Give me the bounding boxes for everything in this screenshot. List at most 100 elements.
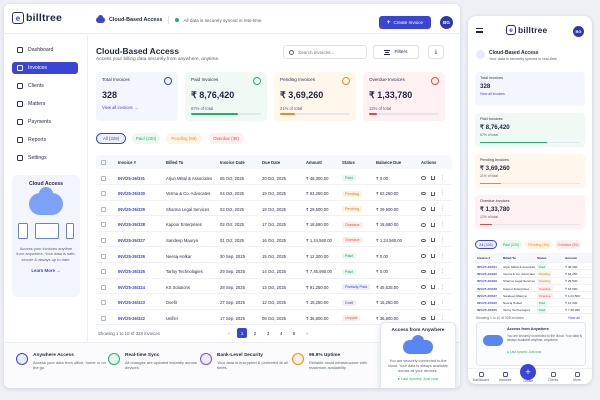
mobile-table-row[interactable]: INV/25-26/328 Kapoor Enterprises Overdue ₹ … [475, 285, 592, 293]
download-icon[interactable] [431, 191, 435, 196]
more-icon[interactable]: ⋮ [440, 284, 445, 290]
view-all-link[interactable]: View all invoices → [102, 105, 172, 110]
download-icon[interactable] [431, 269, 435, 274]
invoice-number[interactable]: INV/25-26/331 [477, 263, 497, 270]
row-checkbox[interactable] [101, 171, 106, 185]
row-checkbox[interactable] [101, 202, 106, 216]
row-checkbox[interactable] [101, 187, 106, 201]
stat-card[interactable]: Total Invoices 328 View all invoices → [96, 72, 178, 121]
sidebar-item-matters[interactable]: Matters [12, 98, 78, 110]
download-button[interactable]: ⤓ [428, 45, 444, 59]
invoice-number[interactable]: INV/25-26/330 [118, 187, 145, 201]
view-icon[interactable] [421, 223, 426, 227]
table-row[interactable]: INV/25-26/324 KS Solutions 28 Sep, 2025 13 … [96, 280, 452, 295]
mobile-stat-card[interactable]: Total Invoices 328 View all invoices [475, 72, 585, 106]
download-icon[interactable] [431, 285, 435, 290]
view-icon[interactable] [421, 191, 426, 196]
view-icon[interactable] [421, 316, 426, 321]
mobile-table-row[interactable]: INV/25-26/325 Tarloy Technologies Paid ₹ 7,… [475, 307, 592, 315]
more-icon[interactable]: ⋮ [440, 253, 445, 259]
row-checkbox[interactable] [101, 296, 106, 310]
search-input[interactable] [298, 49, 364, 55]
row-checkbox[interactable] [101, 311, 106, 325]
page-button[interactable]: 2 [250, 328, 260, 338]
tab-overdue[interactable]: Overdue (39) [208, 133, 244, 144]
more-icon[interactable]: ⋮ [440, 315, 445, 321]
search-box[interactable] [283, 45, 367, 59]
more-icon[interactable]: ⋮ [440, 269, 445, 274]
invoice-number[interactable]: INV/25-26/327 [118, 233, 145, 247]
download-icon[interactable] [431, 176, 435, 180]
row-checkbox[interactable] [101, 249, 106, 263]
more-icon[interactable]: ⋮ [440, 175, 445, 181]
invoice-number[interactable]: INV/25-26/328 [477, 285, 497, 292]
mobile-table-row[interactable]: INV/25-26/329 Sharma Legal Services Pendin… [475, 278, 592, 285]
table-row[interactable]: INV/25-26/326 Neeraj Holkar 30 Sep, 2025 15… [96, 249, 452, 263]
download-icon[interactable] [431, 300, 435, 305]
mobile-nav-clients[interactable]: Clients [542, 372, 564, 382]
more-icon[interactable]: ⋮ [440, 206, 445, 212]
mobile-tab-all[interactable]: All (328) [475, 240, 497, 249]
view-icon[interactable] [421, 254, 426, 258]
header-checkbox[interactable] [101, 155, 106, 169]
mobile-tab-paid[interactable]: Paid (220) [500, 240, 522, 249]
invoice-number[interactable]: INV/25-26/329 [118, 202, 145, 216]
tab-paid[interactable]: Paid (220) [132, 133, 160, 144]
invoice-number[interactable]: INV/25-26/329 [477, 278, 497, 285]
invoice-number[interactable]: INV/25-26/331 [118, 171, 145, 185]
prev-page-button[interactable]: ‹ [224, 328, 234, 338]
learn-more-link[interactable]: Learn More → [16, 268, 76, 273]
sidebar-item-settings[interactable]: Settings [12, 152, 78, 164]
mobile-table-row[interactable]: INV/25-26/331 Arjun Mittal & Associates Pa… [475, 263, 592, 271]
filters-button[interactable]: Filters [373, 45, 419, 59]
mobile-brand-logo[interactable]: e billtree [506, 25, 547, 35]
download-icon[interactable] [431, 316, 435, 321]
mobile-nav-create[interactable]: Create [517, 379, 539, 383]
table-row[interactable]: INV/25-26/328 Kapoor Enterprises 02 Oct, 2… [96, 218, 452, 232]
view-icon[interactable] [421, 301, 426, 305]
table-row[interactable]: INV/25-26/331 Arjun Mittal & Associates 05… [96, 171, 452, 185]
mobile-table-row[interactable]: INV/25-26/326 Neeraj Holkar Paid ₹ 12,300 [475, 300, 592, 307]
table-row[interactable]: INV/25-26/330 Verma & Co. Advocates 04 Oct… [96, 187, 452, 201]
download-icon[interactable] [431, 207, 435, 212]
menu-icon[interactable] [476, 28, 483, 33]
tab-all[interactable]: All (328) [96, 133, 126, 144]
mobile-table-row[interactable]: INV/25-26/330 Verma & Co. Advocates Pendin… [475, 270, 592, 278]
mobile-tab-pending[interactable]: Pending (69) [525, 240, 552, 249]
mobile-create-button[interactable]: + [520, 364, 536, 380]
view-icon[interactable] [421, 269, 426, 274]
more-icon[interactable]: ⋮ [440, 191, 445, 196]
view-all-link[interactable]: View all invoices [480, 92, 580, 96]
page-button[interactable]: 1 [237, 328, 247, 338]
mobile-table-row[interactable]: INV/25-26/327 Sandeep Maurya Overdue ₹ 1,24… [475, 292, 592, 300]
mobile-avatar[interactable]: BG [573, 26, 584, 37]
brand-logo[interactable]: e billtree [12, 12, 62, 24]
row-checkbox[interactable] [101, 233, 106, 247]
page-button[interactable]: 3 [263, 328, 273, 338]
view-icon[interactable] [421, 176, 426, 180]
table-row[interactable]: INV/25-26/327 Sandeep Maurya 01 Oct, 2025 1… [96, 233, 452, 248]
download-icon[interactable] [431, 254, 435, 258]
invoice-number[interactable]: INV/25-26/326 [477, 300, 497, 307]
create-invoice-button[interactable]: + Create Invoice [379, 16, 431, 29]
invoice-number[interactable]: INV/25-26/325 [477, 307, 497, 314]
sidebar-item-reports[interactable]: Reports [12, 134, 78, 146]
row-checkbox[interactable] [101, 265, 106, 279]
row-checkbox[interactable] [101, 280, 106, 294]
more-icon[interactable]: ⋮ [440, 300, 445, 305]
invoice-number[interactable]: INV/25-26/328 [118, 218, 145, 232]
mobile-nav-invoices[interactable]: Invoices [494, 372, 516, 382]
view-icon[interactable] [421, 207, 426, 211]
page-button[interactable]: 5 [289, 328, 299, 338]
more-icon[interactable]: ⋮ [440, 237, 445, 243]
table-row[interactable]: INV/25-26/325 Tarloy Technologies 29 Sep, … [96, 265, 452, 279]
download-icon[interactable] [431, 238, 435, 243]
invoice-number[interactable]: INV/25-26/322 [118, 311, 145, 325]
view-icon[interactable] [421, 238, 426, 243]
sidebar-item-invoices[interactable]: Invoices [12, 62, 78, 74]
mobile-nav-dashboard[interactable]: Dashboard [470, 372, 492, 382]
mobile-view-all-link[interactable]: View all [568, 316, 580, 320]
page-button[interactable]: 4 [276, 328, 286, 338]
download-icon[interactable] [431, 222, 435, 227]
sidebar-item-clients[interactable]: Clients [12, 80, 78, 92]
